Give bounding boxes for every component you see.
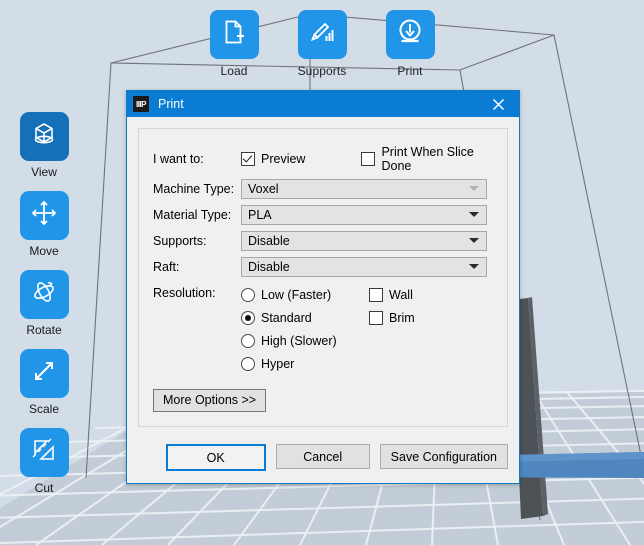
- dialog-titlebar[interactable]: IIIP Print: [127, 91, 519, 117]
- radio-hyper-circle: [241, 356, 255, 371]
- pencil-supports-icon: [308, 18, 336, 51]
- toolbar-button-supports[interactable]: Supports: [288, 10, 356, 78]
- label-i-want-to: I want to:: [153, 152, 204, 166]
- row-i-want-to: I want to: Preview Print When Slice Done: [153, 145, 493, 173]
- checkbox-wall[interactable]: Wall: [369, 287, 413, 302]
- checkbox-brim[interactable]: Brim: [369, 310, 415, 325]
- scale-diagonal-arrows-icon: [29, 356, 59, 391]
- radio-high-slower-circle: [241, 333, 255, 348]
- sidebar-item-move[interactable]: Move: [17, 191, 71, 258]
- label-supports: Supports:: [153, 233, 207, 248]
- four-arrows-move-icon: [29, 198, 59, 233]
- save-configuration-button[interactable]: Save Configuration: [379, 444, 508, 469]
- scale-tile[interactable]: [19, 349, 69, 398]
- radio-low-faster-circle: [241, 287, 255, 302]
- row-machine-type: Machine Type: Voxel: [153, 178, 493, 199]
- row-material-type: Material Type: PLA: [153, 204, 493, 225]
- cut-tile[interactable]: [19, 428, 69, 477]
- app-icon: IIIP: [133, 96, 149, 112]
- sidebar-label-view: View: [31, 165, 57, 179]
- radio-high-slower[interactable]: High (Slower): [241, 333, 337, 348]
- dropdown-material-type-value: PLA: [248, 207, 272, 222]
- chevron-down-icon: [469, 238, 479, 243]
- label-material-type: Material Type:: [153, 207, 232, 222]
- radio-hyper[interactable]: Hyper: [241, 356, 295, 371]
- dropdown-supports[interactable]: Disable: [241, 230, 487, 251]
- sidebar-item-scale[interactable]: Scale: [17, 349, 71, 416]
- dropdown-material-type[interactable]: PLA: [241, 204, 487, 225]
- checkbox-wall-box: [369, 287, 383, 302]
- radio-hyper-label: Hyper: [261, 356, 295, 371]
- checkbox-print-when-slice-done-box: [361, 152, 376, 166]
- load-tile[interactable]: [209, 10, 259, 59]
- checkbox-preview-box: [241, 152, 255, 166]
- checkbox-wall-label: Wall: [389, 287, 413, 302]
- radio-high-slower-label: High (Slower): [261, 333, 337, 348]
- cancel-button[interactable]: Cancel: [275, 444, 370, 469]
- label-machine-type: Machine Type:: [153, 181, 235, 196]
- print-tile[interactable]: [385, 10, 435, 59]
- chevron-down-icon: [469, 186, 479, 191]
- rotate-orbit-icon: [29, 277, 59, 312]
- dialog-footer: OK Cancel Save Configuration: [127, 436, 519, 483]
- row-supports: Supports: Disable: [153, 230, 493, 251]
- toolbar-label-supports: Supports: [297, 64, 347, 78]
- sidebar-label-rotate: Rotate: [26, 323, 62, 337]
- row-resolution: Resolution: Low (Faster) Standard High (…: [153, 283, 493, 375]
- dialog-body: I want to: Preview Print When Slice Done…: [127, 117, 519, 436]
- radio-low-faster-label: Low (Faster): [261, 287, 332, 302]
- print-dialog: IIIP Print I want to: Preview Print When…: [126, 90, 520, 484]
- toolbar-button-load[interactable]: Load: [200, 10, 268, 78]
- radio-low-faster[interactable]: Low (Faster): [241, 287, 332, 302]
- move-tile[interactable]: [19, 191, 69, 240]
- radio-standard[interactable]: Standard: [241, 310, 312, 325]
- more-options-button[interactable]: More Options >>: [153, 389, 267, 412]
- toolbar-label-print: Print: [397, 64, 423, 78]
- cube-view-icon: [29, 119, 59, 154]
- ok-button[interactable]: OK: [165, 444, 266, 471]
- cut-plane-icon: [29, 435, 59, 470]
- radio-standard-label: Standard: [261, 310, 312, 325]
- chevron-down-icon: [469, 264, 479, 269]
- label-resolution: Resolution:: [153, 286, 216, 300]
- view-tile[interactable]: [19, 112, 69, 161]
- dropdown-raft[interactable]: Disable: [241, 256, 487, 277]
- close-icon: [492, 98, 505, 111]
- checkbox-print-when-slice-done[interactable]: Print When Slice Done: [361, 145, 493, 173]
- row-raft: Raft: Disable: [153, 256, 493, 277]
- chevron-down-icon: [469, 212, 479, 217]
- dropdown-supports-value: Disable: [248, 233, 290, 248]
- toolbar-button-print[interactable]: Print: [376, 10, 444, 78]
- close-button[interactable]: [477, 91, 519, 117]
- sidebar-item-rotate[interactable]: Rotate: [17, 270, 71, 337]
- label-raft: Raft:: [153, 259, 180, 274]
- dialog-title: Print: [158, 97, 184, 111]
- dropdown-machine-type-value: Voxel: [248, 181, 279, 196]
- sidebar-item-cut[interactable]: Cut: [17, 428, 71, 495]
- sidebar-label-move: Move: [29, 244, 59, 258]
- sidebar-item-view[interactable]: View: [17, 112, 71, 179]
- print-down-arrow-icon: [396, 18, 424, 51]
- checkbox-brim-box: [369, 310, 383, 325]
- settings-group-panel: I want to: Preview Print When Slice Done…: [138, 128, 508, 427]
- rotate-tile[interactable]: [19, 270, 69, 319]
- left-toolbar: View Move Rotate Scale Cut: [17, 112, 71, 495]
- checkbox-preview[interactable]: Preview: [241, 152, 305, 166]
- checkbox-brim-label: Brim: [389, 310, 415, 325]
- dropdown-raft-value: Disable: [248, 259, 290, 274]
- dropdown-machine-type[interactable]: Voxel: [241, 178, 487, 199]
- toolbar-label-load: Load: [220, 64, 248, 78]
- sidebar-label-cut: Cut: [34, 481, 54, 495]
- file-plus-icon: [220, 18, 248, 51]
- sidebar-label-scale: Scale: [28, 402, 60, 416]
- checkbox-preview-label: Preview: [261, 152, 306, 166]
- radio-standard-circle: [241, 310, 255, 325]
- supports-tile[interactable]: [297, 10, 347, 59]
- checkbox-print-when-slice-done-label: Print When Slice Done: [381, 145, 474, 173]
